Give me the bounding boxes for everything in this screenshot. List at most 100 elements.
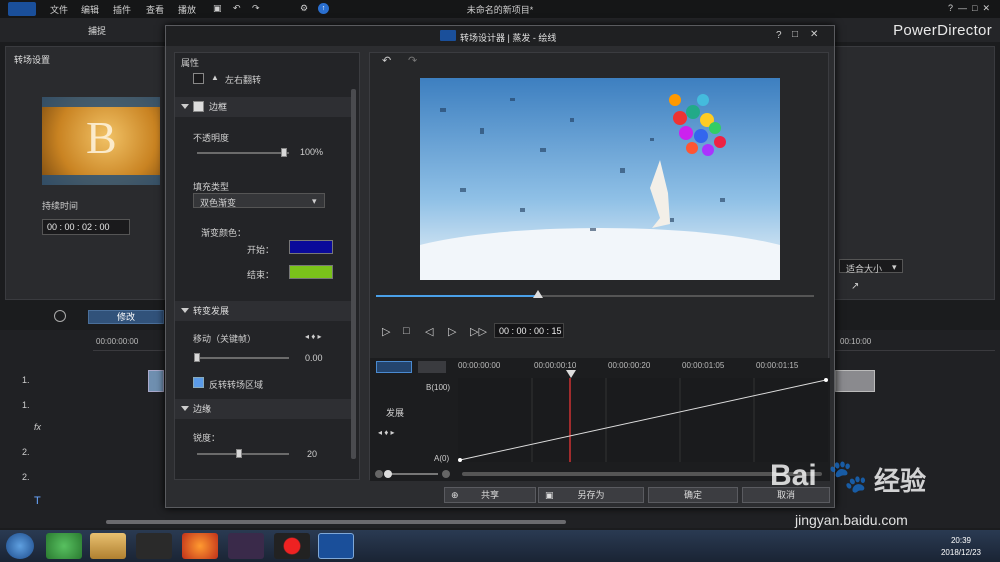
brand-label: PowerDirector	[893, 22, 992, 39]
start-color-label: 开始：	[247, 245, 275, 255]
taskbar-app-icon[interactable]	[46, 533, 82, 559]
collapse-icon[interactable]	[54, 310, 66, 322]
keyframe-tick: 00:00:00:20	[608, 361, 651, 370]
playhead-marker[interactable]	[566, 370, 576, 378]
move-slider[interactable]	[197, 357, 289, 359]
duration-input[interactable]: 00 : 00 : 02 : 00	[42, 219, 130, 235]
timecode-display: 00 : 00 : 00 : 15	[494, 323, 564, 338]
maximize-icon[interactable]: □	[792, 29, 798, 40]
transition-designer-dialog: 转场设计器 | 蒸发 - 绘线 ? □ ✕ 属性 ▲ 左右翻转 边框 不透明度 …	[165, 25, 835, 508]
sharpness-value: 20	[307, 449, 318, 459]
app-title: 未命名的新项目*	[466, 5, 534, 15]
edge-section-header[interactable]: 边缘	[175, 399, 351, 419]
opacity-value: 100%	[300, 147, 324, 157]
move-slider-thumb[interactable]	[194, 353, 200, 362]
end-color-swatch[interactable]	[289, 265, 333, 279]
folder-icon[interactable]	[90, 533, 126, 559]
fx-track-icon: fx	[34, 422, 42, 432]
qq-icon[interactable]	[136, 533, 172, 559]
preview-progress-thumb[interactable]	[533, 290, 544, 298]
sharpness-label: 锐度：	[193, 433, 221, 443]
baidu-watermark-logo: Bai 🐾 经验	[770, 458, 927, 496]
keyframe-graph[interactable]	[458, 378, 828, 462]
invert-label: 反转转场区域	[209, 380, 264, 390]
preview-image	[420, 78, 780, 280]
y-top-label: B(100)	[426, 383, 451, 392]
help-icon[interactable]: ?	[776, 30, 782, 41]
paw-icon: 🐾	[828, 458, 868, 494]
timeline-clip[interactable]	[148, 370, 164, 392]
zoom-out-icon[interactable]	[375, 470, 383, 478]
play-icon[interactable]: ▷	[382, 325, 390, 338]
clock-date: 2018/12/23	[940, 548, 982, 557]
share-button[interactable]: ⊕ 共享	[444, 487, 536, 503]
stop-icon[interactable]: □	[403, 325, 410, 337]
border-section-header[interactable]: 边框	[175, 97, 351, 117]
baidu-watermark-url: jingyan.baidu.com	[795, 512, 908, 528]
media-app-icon[interactable]	[228, 533, 264, 559]
move-keyframe-label: 移动（关键帧）	[193, 334, 257, 344]
keyframe-tick: 00:00:00:10	[534, 361, 577, 370]
gradient-color-label: 渐变颜色：	[201, 228, 247, 238]
ok-button[interactable]: 确定	[648, 487, 738, 503]
zoom-slider-thumb[interactable]	[384, 470, 392, 478]
keyframe-point	[458, 458, 462, 462]
fill-type-dropdown[interactable]: 双色渐变 ▾	[193, 193, 325, 208]
edit-button[interactable]: 修改	[88, 310, 164, 324]
end-color-label: 结束：	[247, 270, 275, 280]
save-icon: ▣	[545, 490, 554, 500]
next-frame-icon[interactable]: ▷	[448, 325, 456, 338]
fill-type-label: 填充类型	[193, 182, 230, 192]
transition-dev-section-header[interactable]: 转变发展	[175, 301, 351, 321]
thumb-letter: B	[86, 112, 117, 163]
keyframe-point	[824, 378, 828, 382]
opacity-slider[interactable]	[197, 152, 289, 154]
clock-toggle-button[interactable]	[418, 361, 446, 373]
save-as-button[interactable]: ▣ 另存为	[538, 487, 644, 503]
export-icon[interactable]: ↗	[851, 281, 859, 292]
keyframe-row-nav-icons[interactable]: ◂ ♦ ▸	[378, 428, 395, 437]
redo-icon[interactable]: ↷	[408, 54, 417, 67]
preview-panel: ↶ ↷ ▷ □ ◁ ▷ ▷▷ 00: 00: 00: 15 00:00:0…	[369, 52, 830, 481]
duration-label: 持续时间	[42, 201, 79, 211]
track-label: 1.	[22, 400, 30, 410]
timeline-start-time: 00:00:00:00	[96, 337, 139, 346]
start-button[interactable]	[6, 533, 34, 559]
dialog-titlebar: 转场设计器 | 蒸发 - 绘线 ? □ ✕	[166, 26, 834, 46]
sharpness-slider-thumb[interactable]	[235, 449, 242, 458]
start-color-swatch[interactable]	[289, 240, 333, 254]
chevron-down-icon: ▾	[312, 196, 317, 206]
record-icon[interactable]	[274, 533, 310, 559]
close-icon[interactable]: ✕	[810, 29, 818, 40]
timeline-scrollbar[interactable]	[106, 520, 566, 524]
timeline-clip[interactable]	[835, 370, 875, 392]
panel-title: 转场设置	[14, 55, 51, 65]
undo-icon[interactable]: ↶	[382, 54, 391, 67]
preview-viewer	[420, 78, 780, 280]
keyframe-toggle-button[interactable]	[376, 361, 412, 373]
powerdirector-taskbar-icon[interactable]	[318, 533, 354, 559]
properties-scrollbar[interactable]	[351, 89, 356, 459]
invert-checkbox[interactable]	[193, 377, 204, 388]
properties-label: 属性	[181, 58, 200, 68]
keyframe-tick: 00:00:01:05	[682, 361, 725, 370]
track-label: 2.	[22, 447, 30, 457]
chevron-down-icon: ▾	[892, 262, 897, 272]
sharpness-slider[interactable]	[197, 453, 289, 455]
flip-checkbox[interactable]	[193, 73, 204, 84]
transition-thumbnail: B	[42, 97, 160, 185]
move-value: 0.00	[305, 353, 323, 363]
flip-triangle-icon: ▲	[211, 73, 219, 82]
zoom-slider[interactable]	[388, 473, 438, 475]
tab-capture[interactable]: 捕捉	[70, 22, 124, 40]
fit-size-dropdown[interactable]: 适合大小 ▾	[839, 259, 903, 274]
fast-forward-icon[interactable]: ▷▷	[470, 325, 487, 338]
keyframe-nav-icons[interactable]: ◂ ♦ ▸	[305, 332, 322, 341]
opacity-slider-thumb[interactable]	[281, 148, 287, 157]
prev-frame-icon[interactable]: ◁	[425, 325, 433, 338]
firefox-icon[interactable]	[182, 533, 218, 559]
keyframe-scrollbar[interactable]	[462, 472, 822, 476]
globe-icon: ⊕	[451, 490, 459, 500]
border-checkbox[interactable]	[193, 101, 204, 112]
zoom-in-icon[interactable]	[442, 470, 450, 478]
